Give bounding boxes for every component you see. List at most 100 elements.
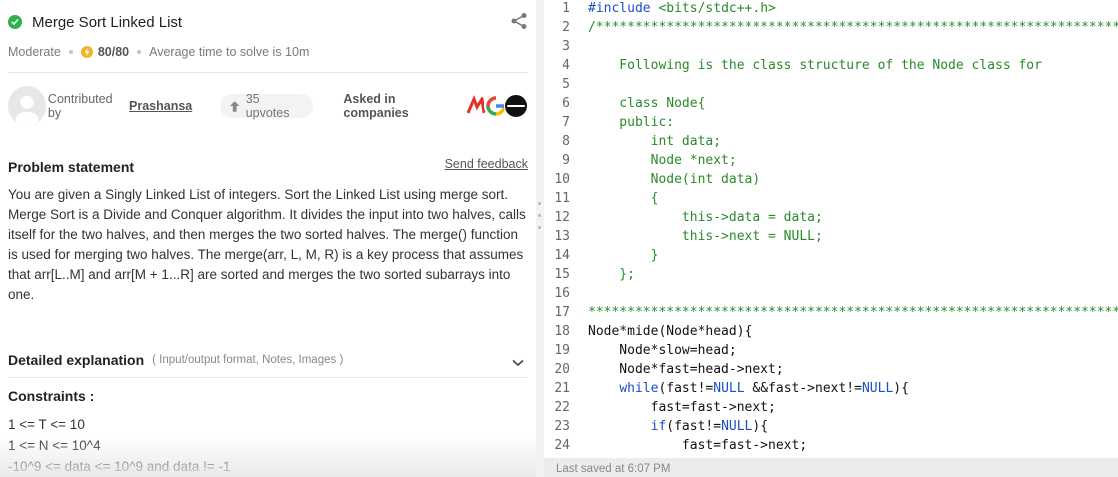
constraint-item: -10^9 <= data <= 10^9 and data != -1: [8, 459, 231, 474]
code-line[interactable]: 11 {: [544, 189, 1118, 208]
detailed-explanation-subtitle: ( Input/output format, Notes, Images ): [152, 354, 344, 366]
company-logo-icon[interactable]: [504, 94, 528, 118]
code-line[interactable]: 2 /**************************************…: [544, 18, 1118, 37]
divider: [8, 72, 528, 73]
code-text: while(fast!=NULL &&fast->next!=NULL){: [619, 381, 909, 396]
code-text: }: [588, 248, 659, 263]
line-number: 11: [554, 191, 570, 206]
title-row: Merge Sort Linked List: [8, 11, 528, 33]
chevron-down-icon[interactable]: [512, 354, 524, 372]
send-feedback-link[interactable]: Send feedback: [445, 157, 528, 171]
upvote-button[interactable]: 35 upvotes: [220, 92, 314, 120]
constraints-list: 1 <= T <= 10 1 <= N <= 10^4 -10^9 <= dat…: [8, 414, 230, 477]
code-text: Node *next;: [588, 153, 737, 168]
line-number: 22: [554, 400, 570, 415]
code-line[interactable]: 14 }: [544, 246, 1118, 265]
divider: [8, 377, 528, 378]
last-saved-status: Last saved at 6:07 PM: [544, 458, 1118, 477]
code-line[interactable]: 10 Node(int data): [544, 170, 1118, 189]
code-line[interactable]: 9 Node *next;: [544, 151, 1118, 170]
contributed-by-label: Contributed by: [47, 92, 113, 120]
code-line[interactable]: 24 fast=fast->next;: [544, 436, 1118, 455]
problem-meta: Moderate 80/80 Average time to solve is …: [8, 43, 309, 61]
code-line[interactable]: 1 #include <bits/stdc++.h>: [544, 0, 1118, 18]
code-text: };: [588, 267, 635, 282]
code-line[interactable]: 4 Following is the class structure of th…: [544, 56, 1118, 75]
line-number: 24: [554, 438, 570, 453]
solved-check-icon: [8, 15, 22, 29]
code-line[interactable]: 7 public:: [544, 113, 1118, 132]
grip-dot: [538, 214, 541, 217]
code-text: ****************************************…: [588, 305, 1118, 320]
line-number: 10: [554, 172, 570, 187]
code-line[interactable]: 20 Node*fast=head->next;: [544, 360, 1118, 379]
line-number: 23: [554, 419, 570, 434]
problem-panel: Merge Sort Linked List Moderate 80/80 Av…: [0, 0, 536, 477]
code-text: Node*slow=head;: [588, 343, 737, 358]
line-number: 8: [562, 134, 570, 149]
code-text: class Node{: [588, 96, 706, 111]
line-number: 2: [562, 20, 570, 35]
line-number: 6: [562, 96, 570, 111]
panel-resize-handle[interactable]: [536, 0, 544, 477]
separator-dot: [137, 50, 142, 54]
code-text: fast=fast->next;: [588, 400, 776, 415]
coin-icon: [80, 46, 93, 58]
constraints-title: Constraints :: [8, 388, 95, 404]
line-number: 18: [554, 324, 570, 339]
code-text: Following is the class structure of the …: [588, 58, 1042, 73]
line-number: 21: [554, 381, 570, 396]
code-line[interactable]: 3: [544, 37, 1118, 56]
code-editor[interactable]: 1 #include <bits/stdc++.h> 2 /*************…: [544, 0, 1118, 477]
line-number: 9: [562, 153, 570, 168]
statement-paragraph: Merge Sort is a Divide and Conquer algor…: [8, 207, 526, 302]
detailed-explanation-title: Detailed explanation: [8, 352, 145, 368]
line-number: 20: [554, 362, 570, 377]
code-line[interactable]: 21 while(fast!=NULL &&fast->next!=NULL){: [544, 379, 1118, 398]
code-line[interactable]: 13 this->next = NULL;: [544, 227, 1118, 246]
avatar: [8, 86, 46, 126]
line-number: 14: [554, 248, 570, 263]
share-icon[interactable]: [510, 12, 528, 35]
code-text: #include <bits/stdc++.h>: [588, 1, 776, 16]
contributor-link[interactable]: Prashansa: [129, 99, 192, 113]
code-line[interactable]: 6 class Node{: [544, 94, 1118, 113]
detailed-explanation-toggle[interactable]: Detailed explanation ( Input/output form…: [8, 350, 528, 370]
upvote-count: 35 upvotes: [245, 92, 290, 120]
code-line[interactable]: 12 this->data = data;: [544, 208, 1118, 227]
line-number: 17: [554, 305, 570, 320]
line-number: 5: [562, 77, 570, 92]
separator-dot: [68, 50, 73, 54]
constraint-item: 1 <= N <= 10^4: [8, 438, 101, 453]
code-text: this->next = NULL;: [588, 229, 823, 244]
arrow-up-icon: [230, 100, 240, 112]
code-text: {: [588, 191, 659, 206]
code-text: Node*mide(Node*head){: [588, 324, 753, 339]
problem-statement-body: You are given a Singly Linked List of in…: [8, 185, 530, 305]
code-line[interactable]: 8 int data;: [544, 132, 1118, 151]
code-text: this->data = data;: [588, 210, 823, 225]
code-line[interactable]: 16: [544, 284, 1118, 303]
code-line[interactable]: 19 Node*slow=head;: [544, 341, 1118, 360]
code-area[interactable]: 1 #include <bits/stdc++.h> 2 /*************…: [544, 0, 1118, 455]
line-number: 4: [562, 58, 570, 73]
contributor-row: Contributed by Prashansa 35 upvotes Aske…: [8, 86, 528, 126]
code-line[interactable]: 22 fast=fast->next;: [544, 398, 1118, 417]
code-text: /***************************************…: [588, 20, 1118, 35]
code-line[interactable]: 18 Node*mide(Node*head){: [544, 322, 1118, 341]
code-line[interactable]: 23 if(fast!=NULL){: [544, 417, 1118, 436]
line-number: 19: [554, 343, 570, 358]
code-text: int data;: [588, 134, 722, 149]
code-line[interactable]: 15 };: [544, 265, 1118, 284]
statement-paragraph: You are given a Singly Linked List of in…: [8, 187, 509, 202]
code-line[interactable]: 5: [544, 75, 1118, 94]
asked-in-companies-label: Asked in companies: [343, 92, 409, 120]
grip-dot: [538, 202, 541, 205]
line-number: 15: [554, 267, 570, 282]
code-line[interactable]: 17 **************************************…: [544, 303, 1118, 322]
line-number: 16: [554, 286, 570, 301]
code-text: Node*fast=head->next;: [588, 362, 784, 377]
score-value: 80/80: [97, 45, 130, 59]
